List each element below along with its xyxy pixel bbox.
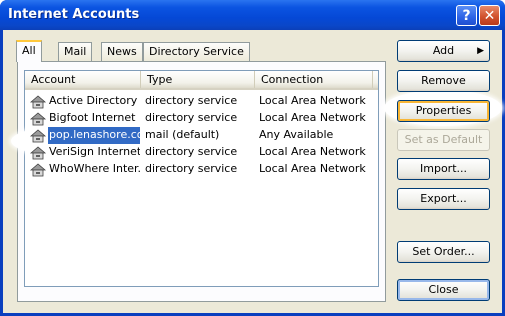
account-type: mail (default) — [145, 128, 220, 141]
directory-service-icon — [29, 146, 47, 160]
account-name: Bigfoot Internet ... — [49, 111, 140, 124]
account-connection: Local Area Network — [259, 145, 366, 158]
export-button-label: Export... — [420, 192, 467, 205]
account-type: directory service — [145, 94, 238, 107]
properties-button-label: Properties — [415, 104, 472, 117]
account-type: directory service — [145, 145, 238, 158]
account-type: directory service — [145, 162, 238, 175]
directory-service-icon — [29, 95, 47, 109]
tab-mail[interactable]: Mail — [58, 42, 93, 62]
close-button-label: Close — [428, 283, 459, 296]
dialog-body: All Mail News Directory Service Account … — [3, 30, 502, 313]
set-order-button-label: Set Order... — [412, 245, 475, 258]
list-item[interactable]: WhoWhere Inter... directory service Loca… — [25, 161, 378, 178]
directory-service-icon — [29, 163, 47, 177]
import-button-label: Import... — [420, 162, 467, 175]
list-item[interactable]: Active Directory directory service Local… — [25, 93, 378, 110]
menu-arrow-icon: ▶ — [477, 46, 484, 56]
export-button[interactable]: Export... — [397, 188, 490, 210]
column-header-account[interactable]: Account — [25, 71, 141, 88]
close-button[interactable]: Close — [397, 279, 490, 301]
tab-label: Directory Service — [149, 45, 244, 58]
set-order-button[interactable]: Set Order... — [397, 241, 490, 263]
account-type: directory service — [145, 111, 238, 124]
internet-accounts-window: Internet Accounts ? ✕ All Mail News Dire… — [0, 0, 505, 316]
add-button[interactable]: Add ▶ — [397, 40, 490, 62]
tab-directory-service[interactable]: Directory Service — [143, 42, 250, 62]
close-window-button[interactable]: ✕ — [479, 5, 500, 26]
title-bar[interactable]: Internet Accounts ? ✕ — [0, 0, 505, 30]
tab-news[interactable]: News — [101, 42, 143, 62]
account-connection: Local Area Network — [259, 162, 366, 175]
account-connection: Local Area Network — [259, 94, 366, 107]
account-name: WhoWhere Inter... — [49, 162, 140, 175]
set-as-default-button-label: Set as Default — [404, 133, 483, 146]
remove-button[interactable]: Remove — [397, 70, 490, 92]
window-title: Internet Accounts — [8, 7, 140, 22]
column-header-type[interactable]: Type — [141, 71, 255, 88]
directory-service-icon — [29, 112, 47, 126]
tab-label: News — [107, 45, 137, 58]
mail-account-icon — [29, 129, 47, 143]
close-icon: ✕ — [483, 7, 496, 24]
tab-panel: Account Type Connection Active Directory… — [11, 61, 386, 302]
help-button[interactable]: ? — [456, 5, 477, 26]
accounts-list[interactable]: Account Type Connection Active Directory… — [11, 70, 379, 287]
add-button-label: Add — [432, 44, 455, 57]
tab-label: Mail — [64, 45, 87, 58]
properties-button[interactable]: Properties — [397, 100, 490, 122]
account-connection: Any Available — [259, 128, 334, 141]
list-item-selected[interactable]: pop.lenashore.com mail (default) Any Ava… — [25, 127, 378, 144]
list-item[interactable]: Bigfoot Internet ... directory service L… — [25, 110, 378, 127]
column-header-connection[interactable]: Connection — [255, 71, 373, 88]
list-item[interactable]: VeriSign Internet ... directory service … — [25, 144, 378, 161]
remove-button-label: Remove — [421, 74, 466, 87]
help-icon: ? — [462, 7, 471, 24]
account-name: Active Directory — [49, 94, 138, 107]
account-name: VeriSign Internet ... — [49, 145, 140, 158]
tab-all[interactable]: All — [16, 40, 42, 62]
list-header: Account Type Connection — [25, 71, 378, 90]
set-as-default-button[interactable]: Set as Default — [397, 129, 490, 151]
import-button[interactable]: Import... — [397, 158, 490, 180]
tab-label: All — [22, 44, 36, 57]
account-connection: Local Area Network — [259, 111, 366, 124]
account-name: pop.lenashore.com — [48, 127, 140, 144]
